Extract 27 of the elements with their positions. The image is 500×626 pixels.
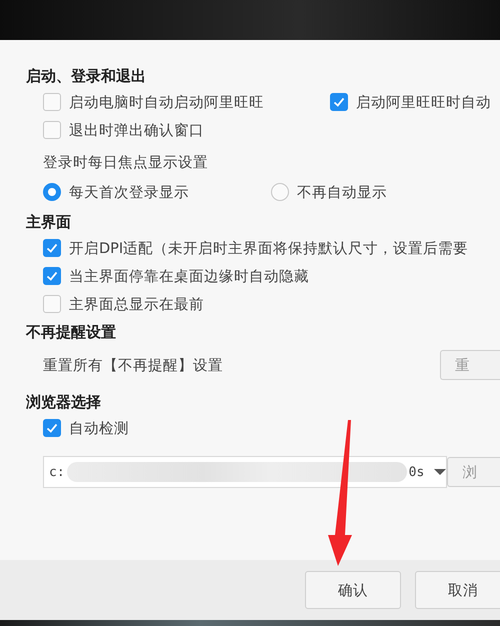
checkbox-label: 启动阿里旺旺时自动 <box>356 94 491 112</box>
checkbox-label: 自动检测 <box>69 420 129 438</box>
checkbox[interactable] <box>43 93 61 111</box>
checkbox[interactable] <box>43 295 61 313</box>
dialog-button[interactable]: 取消 <box>415 571 500 609</box>
radio-button[interactable] <box>43 183 61 201</box>
section-title: 主界面 <box>26 212 72 233</box>
radio-button[interactable] <box>271 183 289 201</box>
checkbox[interactable] <box>330 93 348 111</box>
checkbox-label: 启动电脑时自动启动阿里旺旺 <box>69 94 264 112</box>
checkbox[interactable] <box>43 239 61 257</box>
setting-caption: 重置所有【不再提醒】设置 <box>43 356 223 374</box>
section-title: 浏览器选择 <box>26 392 102 413</box>
checkbox-label: 开启DPI适配（未开启时主界面将保持默认尺寸，设置后需要 <box>69 240 468 258</box>
radio-label: 每天首次登录显示 <box>69 184 189 202</box>
radio-label: 不再自动显示 <box>297 184 387 202</box>
browser-path-dropdown[interactable]: c: 0s <box>43 456 448 488</box>
checkbox-label: 主界面总显示在最前 <box>69 296 204 314</box>
section-title: 不再提醒设置 <box>26 322 117 343</box>
checkbox[interactable] <box>43 267 61 285</box>
dialog-button[interactable]: 确认 <box>305 571 401 609</box>
setting-caption: 登录时每日焦点显示设置 <box>43 154 208 172</box>
checkbox-label: 退出时弹出确认窗口 <box>69 122 204 140</box>
checkbox[interactable] <box>43 121 61 139</box>
checkbox[interactable] <box>43 419 61 437</box>
checkbox-label: 当主界面停靠在桌面边缘时自动隐藏 <box>69 268 309 286</box>
section-title: 启动、登录和退出 <box>26 66 147 87</box>
